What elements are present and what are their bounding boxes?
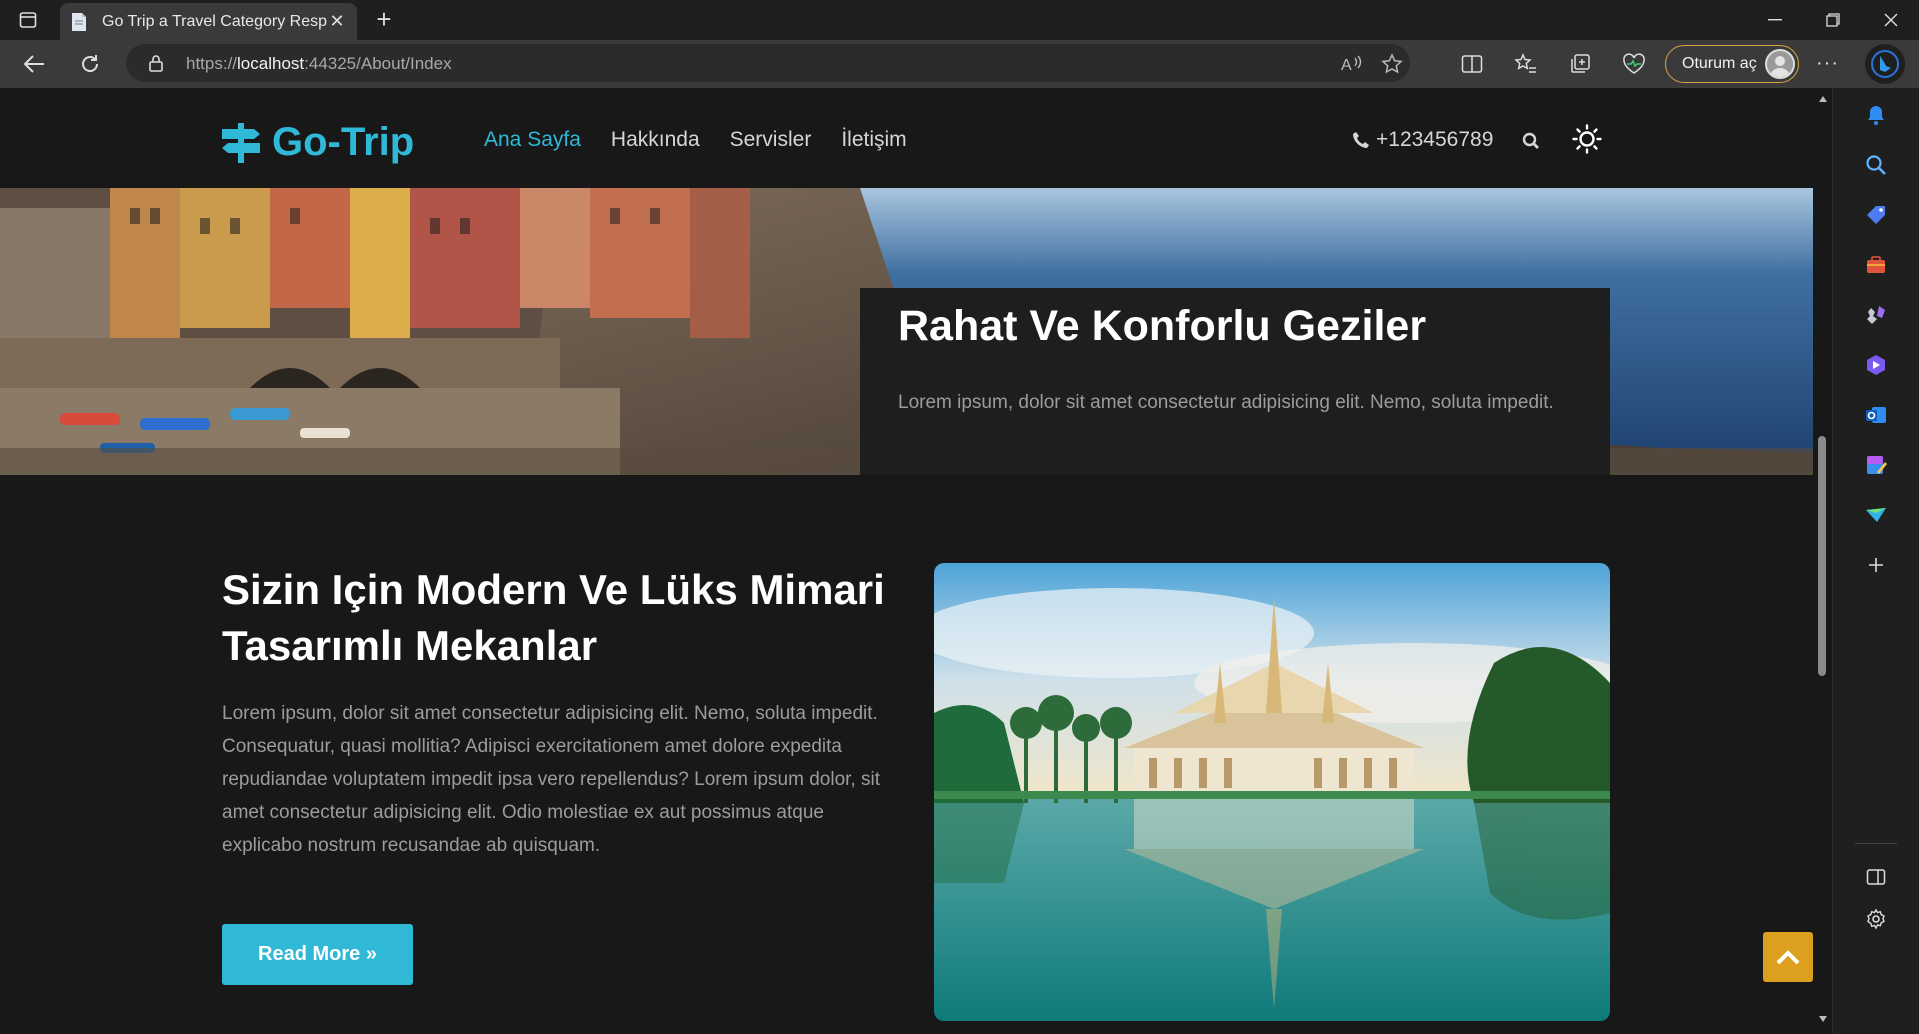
page-scrollbar[interactable] — [1813, 88, 1832, 1034]
hero-text: Lorem ipsum, dolor sit amet consectetur … — [898, 392, 1554, 413]
collections-icon[interactable] — [1568, 52, 1592, 76]
hide-sidebar-icon[interactable] — [1863, 864, 1889, 890]
url-field[interactable]: https://localhost:44325/About/Index A — [126, 44, 1410, 82]
lock-icon[interactable] — [148, 54, 164, 72]
nav-item-home[interactable]: Ana Sayfa — [484, 128, 581, 152]
temple-image — [934, 563, 1610, 1021]
hero-title: Rahat Ve Konforlu Geziler — [898, 302, 1427, 350]
scroll-up-arrow-icon[interactable] — [1819, 96, 1827, 102]
favorite-star-icon[interactable] — [1380, 52, 1404, 76]
search-icon[interactable] — [1863, 152, 1889, 178]
minimize-icon[interactable] — [1747, 0, 1803, 40]
read-more-button[interactable]: Read More » — [222, 924, 413, 985]
chevron-up-icon — [1776, 950, 1800, 965]
phone-contact[interactable]: +123456789 — [1352, 128, 1493, 152]
avatar — [1765, 49, 1795, 79]
tab-actions-icon[interactable] — [16, 8, 40, 32]
shopping-tag-icon[interactable] — [1863, 202, 1889, 228]
sign-in-label: Oturum aç — [1682, 55, 1757, 72]
site-header: Go-Trip Ana Sayfa Hakkında Servisler İle… — [0, 88, 1832, 188]
designer-icon[interactable] — [1863, 452, 1889, 478]
refresh-icon[interactable] — [76, 50, 104, 78]
back-arrow-icon[interactable] — [20, 50, 48, 78]
tab-title: Go Trip a Travel Category Respon — [102, 12, 327, 30]
svg-text:A: A — [1341, 57, 1352, 74]
page-favicon-icon — [72, 12, 86, 31]
split-screen-icon[interactable] — [1460, 52, 1484, 76]
tools-briefcase-icon[interactable] — [1863, 252, 1889, 278]
browser-tab[interactable]: Go Trip a Travel Category Respon ✕ — [60, 3, 357, 40]
edge-sidebar — [1832, 88, 1919, 1034]
close-tab-icon[interactable]: ✕ — [327, 11, 347, 32]
read-aloud-icon[interactable]: A — [1340, 52, 1364, 76]
search-icon[interactable] — [1522, 132, 1540, 155]
nav-item-services[interactable]: Servisler — [730, 128, 812, 152]
browser-essentials-icon[interactable] — [1622, 52, 1646, 76]
address-bar-row: https://localhost:44325/About/Index A Ot… — [0, 40, 1919, 88]
new-tab-icon[interactable]: + — [370, 6, 398, 34]
hero-banner: Rahat Ve Konforlu Geziler Lorem ipsum, d… — [0, 188, 1832, 475]
phone-icon — [1353, 132, 1369, 148]
outlook-icon[interactable] — [1863, 402, 1889, 428]
signpost-icon — [222, 122, 260, 163]
main-nav: Ana Sayfa Hakkında Servisler İletişim — [484, 128, 907, 152]
scroll-down-arrow-icon[interactable] — [1819, 1016, 1827, 1022]
copilot-app-icon[interactable] — [1863, 352, 1889, 378]
scroll-thumb[interactable] — [1818, 436, 1826, 676]
settings-gear-icon[interactable] — [1863, 906, 1889, 932]
url-text: https://localhost:44325/About/Index — [186, 54, 452, 73]
phone-number: +123456789 — [1376, 128, 1494, 151]
bing-copilot-icon[interactable] — [1865, 44, 1905, 84]
about-text: Lorem ipsum, dolor sit amet consectetur … — [222, 703, 880, 856]
site-logo[interactable]: Go-Trip — [222, 120, 414, 165]
sun-theme-toggle-icon[interactable] — [1572, 124, 1602, 159]
nav-item-about[interactable]: Hakkında — [611, 128, 700, 152]
sign-in-button[interactable]: Oturum aç — [1665, 45, 1799, 83]
favorites-icon[interactable] — [1514, 52, 1538, 76]
close-window-icon[interactable] — [1863, 0, 1919, 40]
tab-strip: Go Trip a Travel Category Respon ✕ + — [0, 0, 1919, 40]
nav-item-contact[interactable]: İletişim — [841, 128, 906, 152]
scroll-to-top-button[interactable] — [1763, 932, 1813, 982]
games-icon[interactable] — [1863, 302, 1889, 328]
hero-card: Rahat Ve Konforlu Geziler Lorem ipsum, d… — [860, 288, 1610, 475]
add-sidebar-app-icon[interactable] — [1863, 552, 1889, 578]
sidebar-divider — [1855, 843, 1897, 844]
drop-icon[interactable] — [1863, 502, 1889, 528]
logo-text: Go-Trip — [272, 120, 415, 164]
about-title: Sizin Için Modern Ve Lüks Mimari Tasarım… — [222, 566, 885, 669]
notification-bell-icon[interactable] — [1863, 102, 1889, 128]
restore-icon[interactable] — [1805, 0, 1861, 40]
page-viewport: Go-Trip Ana Sayfa Hakkında Servisler İle… — [0, 88, 1832, 1034]
more-options-icon[interactable]: ··· — [1816, 52, 1839, 75]
